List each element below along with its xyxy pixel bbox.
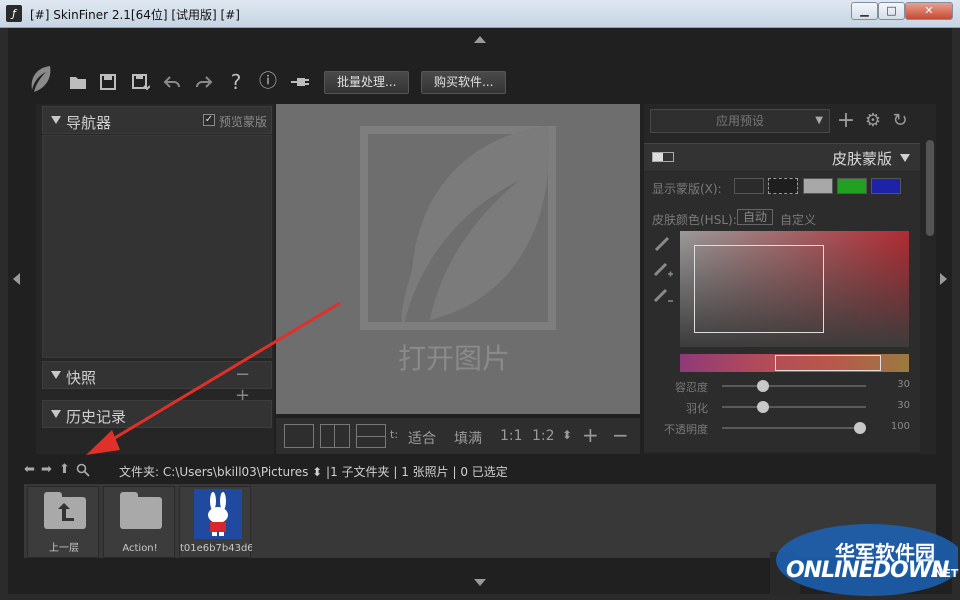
expand-triangle-icon[interactable] [51,410,61,418]
right-panel-scrollbar[interactable] [926,140,934,236]
custom-button[interactable]: 自定义 [780,211,816,228]
zoom-out-button[interactable]: − [612,423,629,447]
save-icon[interactable] [98,72,118,92]
navigator-label: 导航器 [66,114,112,132]
path-bar: ⬅ ➡ ⬆ 文件夹: C:\Users\bkill03\Pictures ⬍ |… [24,460,936,480]
slider-track[interactable] [722,427,866,429]
close-button[interactable]: ✕ [905,2,953,20]
history-header[interactable]: 历史记录 [42,400,272,428]
watermark-net-text: .NET [930,567,959,580]
folder-icon [120,492,162,529]
fill-button[interactable]: 填满 [454,428,482,448]
image-thumbnail [194,489,242,539]
collapse-right-arrow-icon[interactable] [940,273,947,285]
open-image-text[interactable]: 打开图片 [398,337,510,377]
panel-toggle-icon[interactable] [652,152,674,162]
mask-swatch-none[interactable] [734,178,764,194]
eyedropper-subtract-icon[interactable] [652,284,674,306]
preview-mask-checkbox[interactable]: ✓ [203,114,215,126]
collapse-top-arrow-icon[interactable] [474,36,486,43]
batch-process-button[interactable]: 批量处理... [324,71,410,94]
watermark-en-text: ONLINEDOWN [786,558,949,583]
skin-mask-title: 皮肤蒙版 [831,150,892,168]
save-as-icon[interactable] [130,72,150,92]
collapse-left-arrow-icon[interactable] [13,273,20,285]
split-horizontal-view-button[interactable] [356,424,386,448]
split-vertical-view-button[interactable] [320,424,350,448]
show-mask-label: 显示蒙版(X): [652,182,722,196]
search-icon[interactable] [76,463,90,477]
auto-button[interactable]: 自动 [737,209,773,225]
expand-triangle-icon[interactable] [51,116,61,124]
title-bar: ƒ [#] SkinFiner 2.1[64位] [试用版] [#] ▁ □ ✕ [0,0,960,28]
history-label: 历史记录 [66,408,127,426]
skin-mask-header[interactable]: 皮肤蒙版 [644,143,920,171]
mask-swatch-blue[interactable] [871,178,901,194]
expand-triangle-icon[interactable] [900,154,910,162]
slider-value: 30 [897,400,910,411]
slider-label: 羽化 [686,402,708,415]
folder-item[interactable]: Action! [103,486,175,558]
leaf-watermark-icon [360,126,556,330]
ratio-stepper-icon[interactable]: ⬍ [562,428,572,442]
add-preset-icon[interactable]: + [836,110,856,132]
slider-knob[interactable] [854,422,866,434]
app-icon[interactable]: ƒ [6,5,22,22]
preset-placeholder: 应用预设 [715,114,764,128]
maximize-button[interactable]: □ [878,2,905,20]
canvas-toolbar: t: 适合 填满 1:1 1:2 ⬍ + − [276,418,640,454]
zoom-in-button[interactable]: + [582,423,599,447]
eyedropper-icon[interactable] [652,232,674,254]
up-arrow-icon [58,503,74,521]
preview-mask-label: 预览蒙版 [219,115,268,129]
chevron-down-icon: ▼ [815,115,823,126]
truncated-label: t: [390,428,399,441]
fit-button[interactable]: 适合 [408,428,436,448]
preset-dropdown[interactable]: 应用预设 ▼ [650,109,830,133]
slider-track[interactable] [722,406,866,408]
slider-label: 容忍度 [675,381,708,394]
info-icon[interactable]: ⓘ [258,72,278,92]
up-arrow-icon[interactable]: ⬆ [59,462,70,477]
color-selection-box[interactable] [694,245,824,333]
skin-color-label: 皮肤颜色(HSL): [652,213,737,227]
minimize-button[interactable]: ▁ [851,2,878,20]
snapshot-header[interactable]: 快照 −+ [42,361,272,406]
collapse-bottom-arrow-icon[interactable] [474,579,486,586]
back-arrow-icon[interactable]: ⬅ [24,462,35,477]
folder-caption: Action! [122,543,158,554]
redo-icon[interactable] [194,72,214,92]
image-item[interactable]: t01e6b7b43d6... [179,486,252,558]
forward-arrow-icon[interactable]: ➡ [41,462,52,477]
help-icon[interactable]: ? [226,72,246,92]
ratio-1-2-button[interactable]: 1:2 [532,428,555,444]
undo-icon[interactable] [162,72,182,92]
window-title: [#] SkinFiner 2.1[64位] [试用版] [#] [30,8,240,22]
single-view-button[interactable] [284,424,314,448]
plugin-icon[interactable] [290,72,310,92]
mask-swatch-black[interactable] [768,178,798,194]
hue-selection-box[interactable] [775,355,881,371]
slider-track[interactable] [722,385,866,387]
slider-label: 不透明度 [664,423,708,436]
expand-triangle-icon[interactable] [51,371,61,379]
folder-up-caption: 上一层 [49,543,79,554]
navigator-body [42,135,272,358]
gear-icon[interactable]: ⚙ [863,110,883,132]
eyedropper-add-icon[interactable] [652,258,674,280]
image-caption: t01e6b7b43d6... [180,543,252,554]
folder-path-text[interactable]: 文件夹: C:\Users\bkill03\Pictures ⬍ |1 子文件夹… [119,463,508,480]
refresh-icon[interactable]: ↻ [890,110,910,132]
folder-up-item[interactable]: 上一层 [27,486,99,558]
mask-swatch-gray[interactable] [803,178,833,194]
snapshot-label: 快照 [66,369,97,387]
slider-value: 100 [890,421,910,432]
open-folder-icon[interactable] [68,72,88,92]
slider-value: 30 [897,379,910,390]
ratio-1-1-button[interactable]: 1:1 [500,428,523,444]
navigator-header[interactable]: 导航器 ✓ 预览蒙版 [42,106,272,134]
mask-swatch-green[interactable] [837,178,867,194]
buy-software-button[interactable]: 购买软件... [421,71,507,94]
